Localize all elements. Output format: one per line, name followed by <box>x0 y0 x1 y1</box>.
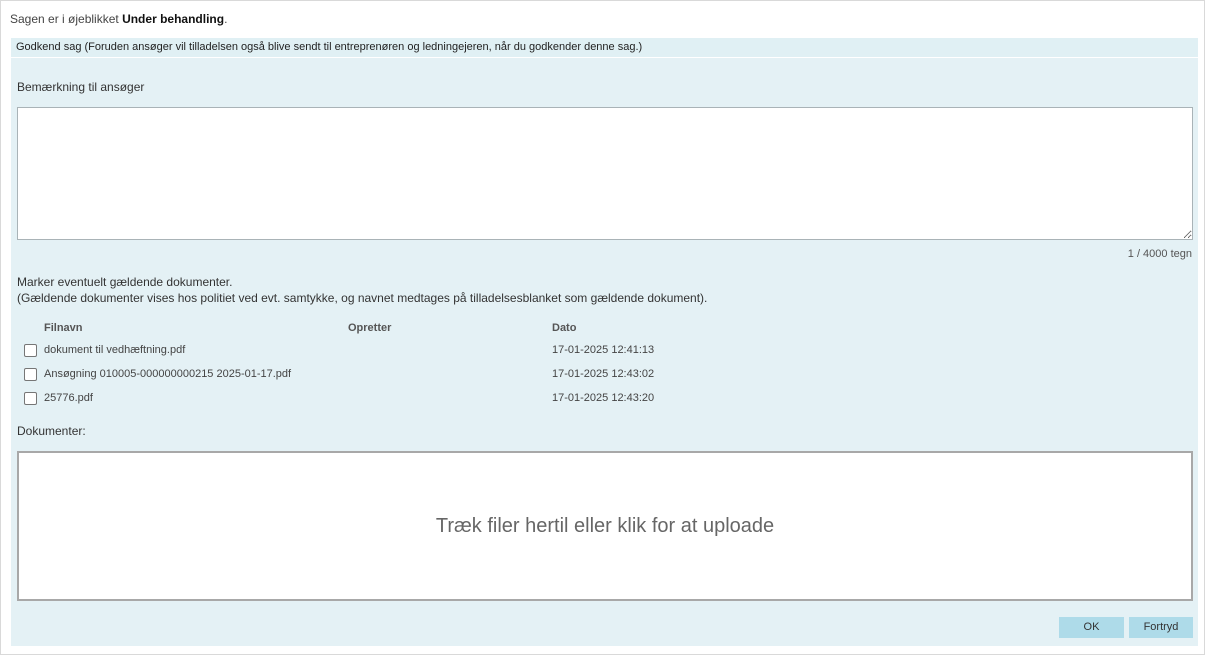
column-header-creator: Opretter <box>348 322 392 334</box>
status-suffix: . <box>224 12 228 26</box>
status-state: Under behandling <box>122 12 225 26</box>
document-checkbox[interactable] <box>24 368 37 381</box>
row-date: 17-01-2025 12:43:02 <box>552 368 655 380</box>
row-filename: Ansøgning 010005-000000000215 2025-01-17… <box>44 368 292 380</box>
ok-button[interactable]: OK <box>1059 617 1124 638</box>
table-row: dokument til vedhæftning.pdf 17-01-2025 … <box>11 344 711 364</box>
dropzone-text: Træk filer hertil eller klik for at uplo… <box>435 514 775 537</box>
case-status: Sagen er i øjeblikket Under behandling. <box>10 12 227 26</box>
remark-label: Bemærkning til ansøger <box>17 80 145 94</box>
remark-textarea[interactable] <box>17 107 1193 240</box>
cancel-button[interactable]: Fortryd <box>1129 617 1193 638</box>
row-filename: 25776.pdf <box>44 392 93 404</box>
documents-instruction-line2: (Gældende dokumenter vises hos politiet … <box>17 291 708 305</box>
dialog-frame: Sagen er i øjeblikket Under behandling. … <box>0 0 1205 655</box>
column-header-date: Dato <box>552 322 577 334</box>
approve-panel: Bemærkning til ansøger 1 / 4000 tegn Mar… <box>11 58 1198 646</box>
row-date: 17-01-2025 12:41:13 <box>552 344 655 356</box>
status-prefix: Sagen er i øjeblikket <box>10 12 123 26</box>
table-row: 25776.pdf 17-01-2025 12:43:20 <box>11 392 711 412</box>
document-checkbox[interactable] <box>24 392 37 405</box>
row-date: 17-01-2025 12:43:20 <box>552 392 655 404</box>
column-header-filename: Filnavn <box>44 322 83 334</box>
document-checkbox[interactable] <box>24 344 37 357</box>
character-counter: 1 / 4000 tegn <box>1127 248 1192 260</box>
table-row: Ansøgning 010005-000000000215 2025-01-17… <box>11 368 711 388</box>
approve-panel-header: Godkend sag (Foruden ansøger vil tillade… <box>11 38 1198 57</box>
file-dropzone[interactable]: Træk filer hertil eller klik for at uplo… <box>17 451 1193 601</box>
documents-label: Dokumenter: <box>17 424 86 438</box>
row-filename: dokument til vedhæftning.pdf <box>44 344 186 356</box>
documents-instruction-line1: Marker eventuelt gældende dokumenter. <box>17 275 233 289</box>
documents-instruction: Marker eventuelt gældende dokumenter. (G… <box>17 274 707 306</box>
